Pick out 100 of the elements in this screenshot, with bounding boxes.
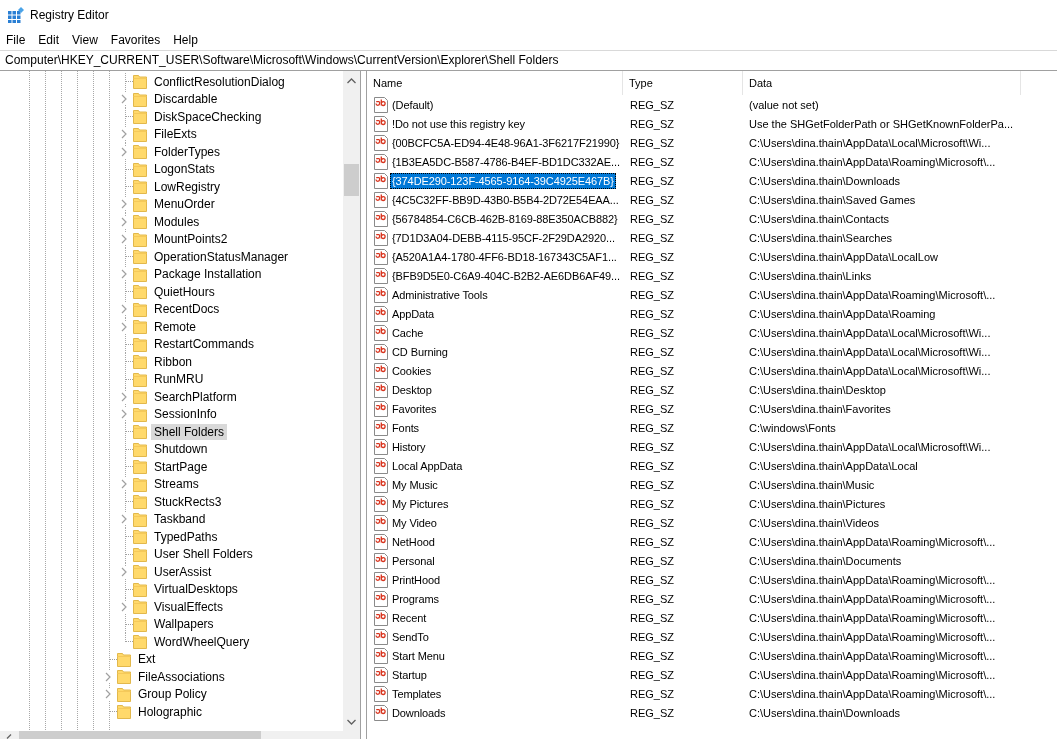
tree-item[interactable]: VisualEffects — [151, 598, 226, 615]
menu-item[interactable]: Favorites — [105, 31, 166, 49]
tree-item[interactable]: StuckRects3 — [151, 493, 225, 510]
tree-item[interactable]: DiskSpaceChecking — [151, 108, 265, 125]
tree-item[interactable]: RestartCommands — [151, 336, 258, 353]
value-name[interactable]: !Do not use this registry key — [390, 115, 527, 132]
tree-item[interactable]: MountPoints2 — [151, 231, 231, 248]
tree-item[interactable]: Modules — [151, 213, 203, 230]
tree-item[interactable]: Holographic — [135, 703, 206, 720]
folder-icon — [133, 301, 147, 317]
tree-item[interactable]: User Shell Folders — [151, 546, 256, 563]
value-name[interactable]: {4C5C32FF-BB9D-43B0-B5B4-2D72E54EAA... — [390, 191, 621, 208]
tree-item[interactable]: Wallpapers — [151, 616, 217, 633]
ab-document-icon — [373, 172, 389, 189]
value-data: C:\Users\dina.thain\AppData\Local\Microsoft\Wi... — [748, 345, 991, 358]
tree-item[interactable]: OperationStatusManager — [151, 248, 292, 265]
value-name[interactable]: Personal — [390, 552, 437, 569]
ab-document-icon — [373, 704, 389, 721]
tree-item[interactable]: FileExts — [151, 126, 200, 143]
tree-item[interactable]: Remote — [151, 318, 200, 335]
value-name[interactable]: {56784854-C6CB-462B-8169-88E350ACB882} — [390, 210, 620, 227]
value-name[interactable]: SendTo — [390, 628, 431, 645]
value-name[interactable]: {7D1D3A04-DEBB-4115-95CF-2F29DA2920... — [390, 229, 617, 246]
value-name[interactable]: My Video — [390, 514, 439, 531]
tree-item[interactable]: Ribbon — [151, 353, 196, 370]
tree-item[interactable]: Ext — [135, 651, 159, 668]
tree-item[interactable]: FileAssociations — [135, 668, 228, 685]
value-name[interactable]: Startup — [390, 666, 429, 683]
column-header[interactable]: Name — [367, 71, 623, 95]
ab-document-icon — [373, 381, 389, 398]
value-name[interactable]: Administrative Tools — [390, 286, 490, 303]
value-name[interactable]: {BFB9D5E0-C6A9-404C-B2B2-AE6DB6AF49... — [390, 267, 622, 284]
tree-item[interactable]: Group Policy — [135, 686, 210, 703]
value-name[interactable]: Local AppData — [390, 457, 465, 474]
tree-item[interactable]: StartPage — [151, 458, 211, 475]
value-name[interactable]: {A520A1A4-1780-4FF6-BD18-167343C5AF1... — [390, 248, 619, 265]
tree-item[interactable]: Package Installation — [151, 266, 265, 283]
column-header[interactable]: Type — [623, 71, 743, 95]
value-data: C:\Users\dina.thain\Desktop — [748, 383, 886, 396]
value-type: REG_SZ — [629, 269, 675, 282]
tree-item[interactable]: UserAssist — [151, 563, 215, 580]
value-name[interactable]: {374DE290-123F-4565-9164-39C4925E467B} — [390, 172, 616, 189]
scrollbar-thumb[interactable] — [19, 731, 261, 739]
value-name[interactable]: My Music — [390, 476, 440, 493]
scrollbar-thumb[interactable] — [344, 164, 359, 196]
tree-item[interactable]: Discardable — [151, 91, 221, 108]
value-data: C:\Users\dina.thain\Searches — [748, 231, 893, 244]
value-type: REG_SZ — [629, 288, 675, 301]
address-field[interactable]: Computer\HKEY_CURRENT_USER\Software\Microsoft\Windows\CurrentVersion\Explorer\Shell Folders — [0, 51, 1057, 70]
vertical-scrollbar[interactable] — [343, 71, 360, 739]
tree-item[interactable]: SearchPlatform — [151, 388, 240, 405]
tree-item[interactable]: LowRegistry — [151, 178, 224, 195]
value-type: REG_SZ — [629, 193, 675, 206]
value-data: C:\Users\dina.thain\AppData\Local\Microsoft\Wi... — [748, 136, 991, 149]
value-name[interactable]: History — [390, 438, 428, 455]
tree-item[interactable]: LogonStats — [151, 161, 218, 178]
value-name[interactable]: (Default) — [390, 96, 436, 113]
ab-document-icon — [373, 362, 389, 379]
tree-item[interactable]: Shell Folders — [151, 423, 228, 440]
tree-item[interactable]: ConflictResolutionDialog — [151, 73, 288, 90]
value-name[interactable]: AppData — [390, 305, 437, 322]
tree-item[interactable]: WordWheelQuery — [151, 633, 253, 650]
value-name[interactable]: {1B3EA5DC-B587-4786-B4EF-BD1DC332AE... — [390, 153, 622, 170]
value-type: REG_SZ — [629, 592, 675, 605]
tree-item[interactable]: FolderTypes — [151, 143, 224, 160]
value-name[interactable]: Programs — [390, 590, 441, 607]
tree-item[interactable]: Shutdown — [151, 441, 211, 458]
folder-icon — [133, 406, 147, 422]
menu-item[interactable]: File — [1, 31, 31, 49]
menu-item[interactable]: Edit — [33, 31, 65, 49]
value-name[interactable]: {00BCFC5A-ED94-4E48-96A1-3F6217F21990} — [390, 134, 622, 151]
tree-item[interactable]: Streams — [151, 476, 202, 493]
horizontal-scrollbar[interactable] — [0, 731, 343, 739]
value-name[interactable]: Cookies — [390, 362, 434, 379]
tree-item[interactable]: TypedPaths — [151, 528, 221, 545]
tree-item[interactable]: RecentDocs — [151, 301, 223, 318]
value-name[interactable]: Cache — [390, 324, 426, 341]
value-name[interactable]: PrintHood — [390, 571, 442, 588]
tree-item[interactable]: RunMRU — [151, 371, 207, 388]
value-name[interactable]: Favorites — [390, 400, 439, 417]
tree-item[interactable]: QuietHours — [151, 283, 218, 300]
value-name[interactable]: Desktop — [390, 381, 434, 398]
tree-item[interactable]: Taskband — [151, 511, 209, 528]
column-header[interactable]: Data — [743, 71, 1021, 95]
value-name[interactable]: Fonts — [390, 419, 421, 436]
value-name[interactable]: Recent — [390, 609, 429, 626]
folder-icon — [133, 319, 147, 335]
value-name[interactable]: CD Burning — [390, 343, 450, 360]
value-name[interactable]: Start Menu — [390, 647, 447, 664]
tree-item[interactable]: SessionInfo — [151, 406, 220, 423]
value-name[interactable]: Templates — [390, 685, 444, 702]
menu-item[interactable]: Help — [168, 31, 203, 49]
folder-icon — [133, 336, 147, 352]
tree-item[interactable]: VirtualDesktops — [151, 581, 241, 598]
menu-item[interactable]: View — [67, 31, 103, 49]
value-name[interactable]: NetHood — [390, 533, 437, 550]
value-name[interactable]: Downloads — [390, 704, 448, 721]
ab-document-icon — [373, 153, 389, 170]
tree-item[interactable]: MenuOrder — [151, 196, 218, 213]
value-name[interactable]: My Pictures — [390, 495, 451, 512]
